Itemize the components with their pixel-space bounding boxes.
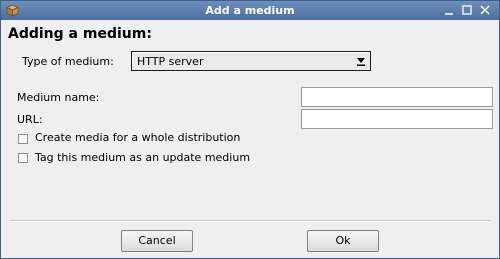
whole-distribution-label[interactable]: Create media for a whole distribution [35, 131, 240, 144]
type-of-medium-select[interactable]: HTTP server [131, 51, 371, 71]
selected-medium-type: HTTP server [137, 55, 204, 68]
dialog-window: Add a medium Adding a medium: Type of me… [0, 0, 500, 259]
ok-button[interactable]: Ok [307, 230, 379, 252]
url-input[interactable] [301, 109, 493, 129]
maximize-icon[interactable] [461, 4, 473, 16]
title-bar[interactable]: Add a medium [1, 1, 499, 20]
update-medium-checkbox[interactable] [18, 153, 28, 163]
window-title: Add a medium [205, 4, 295, 17]
dropdown-arrow-icon [357, 58, 365, 66]
type-of-medium-label: Type of medium: [22, 55, 114, 68]
medium-name-label: Medium name: [17, 91, 100, 104]
whole-distribution-checkbox[interactable] [18, 134, 28, 144]
close-icon[interactable] [479, 4, 491, 16]
dialog-heading: Adding a medium: [8, 26, 152, 42]
update-medium-label[interactable]: Tag this medium as an update medium [35, 151, 250, 164]
url-label: URL: [17, 113, 43, 126]
medium-name-input[interactable] [301, 87, 493, 107]
cancel-button[interactable]: Cancel [121, 230, 193, 252]
separator [9, 220, 491, 222]
minimize-icon[interactable] [443, 4, 455, 16]
